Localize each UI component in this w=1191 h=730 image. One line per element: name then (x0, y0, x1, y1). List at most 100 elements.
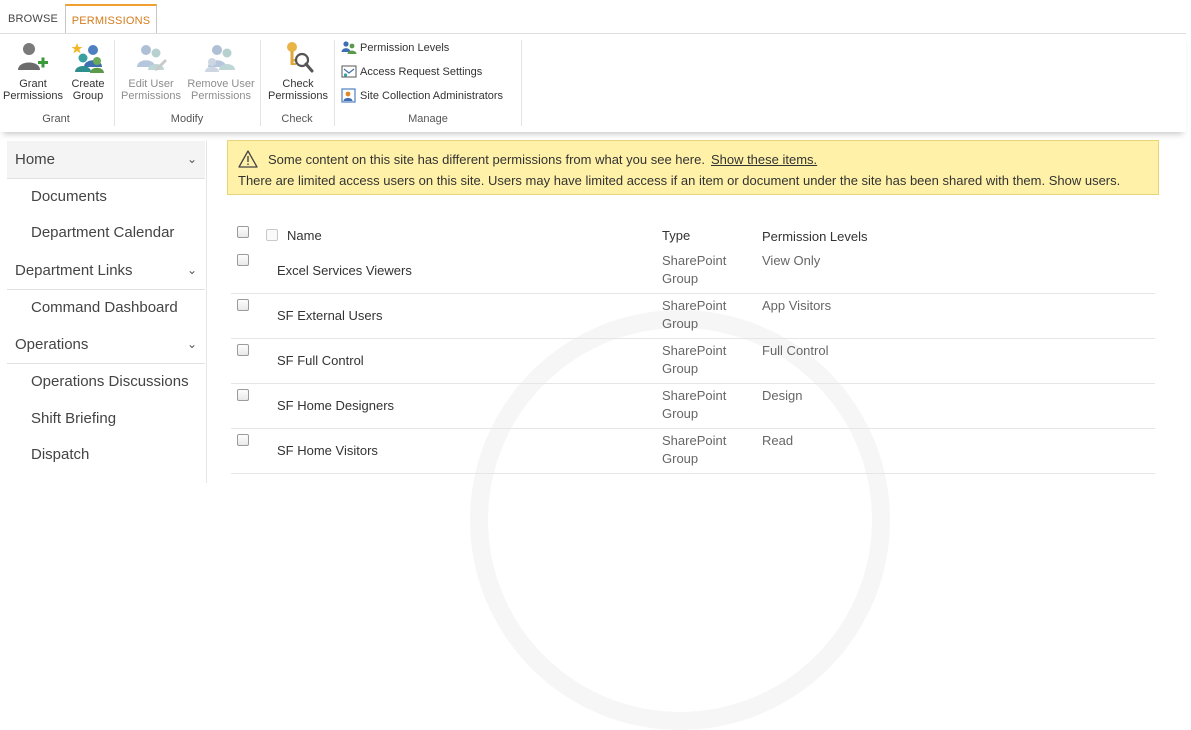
access-request-settings-button[interactable]: Access Request Settings (341, 62, 482, 82)
check-permissions-button[interactable]: Check Permissions (266, 38, 330, 102)
grant-permissions-icon (18, 43, 48, 70)
select-all-checkbox[interactable] (237, 226, 249, 238)
site-collection-administrators-button[interactable]: Site Collection Administrators (341, 86, 503, 106)
table-row[interactable]: SF Full Control SharePoint Group Full Co… (231, 339, 1155, 384)
permission-levels-icon (341, 41, 357, 55)
edit-user-permissions-label-1: Edit User (128, 78, 174, 90)
group-type-line-2: Group (662, 316, 699, 331)
create-group-label-1: Create (71, 78, 105, 90)
ribbon-group-check: Check Permissions Check (261, 38, 333, 128)
group-label-check: Check (281, 113, 313, 125)
chevron-down-icon[interactable]: ⌄ (187, 326, 197, 363)
warning-icon (238, 150, 258, 168)
group-name[interactable]: SF Full Control (277, 353, 364, 368)
group-type: SharePoint Group (662, 297, 742, 333)
name-column-checkbox[interactable] (266, 229, 278, 241)
permission-levels-label: Permission Levels (360, 42, 450, 54)
edit-user-permissions-button[interactable]: Edit User Permissions (120, 38, 182, 102)
nav-item-operations[interactable]: Operations ⌄ (7, 326, 205, 363)
banner-line-1: Some content on this site has different … (268, 152, 817, 167)
group-type-line-1: SharePoint (662, 433, 727, 448)
column-header-name[interactable]: Name (287, 228, 322, 243)
group-name[interactable]: SF Home Designers (277, 398, 394, 413)
check-permissions-icon (287, 42, 314, 73)
nav-item-dispatch[interactable]: Dispatch (31, 437, 229, 473)
access-request-settings-label: Access Request Settings (360, 66, 483, 78)
permission-level: Full Control (762, 343, 829, 358)
nav-item-department-links[interactable]: Department Links ⌄ (7, 252, 205, 289)
banner-message: Some content on this site has different … (268, 152, 705, 167)
column-header-type[interactable]: Type (662, 228, 690, 243)
group-type: SharePoint Group (662, 342, 742, 378)
remove-user-permissions-button[interactable]: Remove User Permissions (185, 38, 257, 102)
tab-browse[interactable]: BROWSE (8, 6, 58, 33)
row-checkbox[interactable] (237, 254, 249, 266)
access-request-settings-icon (341, 65, 357, 78)
nav-item-documents[interactable]: Documents (31, 179, 229, 215)
nav-item-department-links-label: Department Links (15, 262, 133, 279)
show-these-items-link[interactable]: Show these items. (711, 152, 817, 167)
group-type: SharePoint Group (662, 387, 742, 423)
permission-levels-button[interactable]: Permission Levels (341, 38, 449, 58)
create-group-label-2: Group (72, 90, 104, 102)
edit-user-permissions-label-2: Permissions (121, 90, 181, 102)
row-checkbox[interactable] (237, 434, 249, 446)
grant-permissions-label-2: Permissions (3, 90, 63, 102)
column-header-permission-levels[interactable]: Permission Levels (762, 229, 868, 244)
status-banner: Some content on this site has different … (227, 140, 1159, 195)
edit-user-permissions-icon (137, 45, 167, 71)
group-type-line-2: Group (662, 271, 699, 286)
chevron-down-icon[interactable]: ⌄ (187, 141, 197, 178)
nav-item-home-label: Home (15, 151, 56, 168)
ribbon-group-manage: Permission Levels Access Request Setting… (335, 38, 521, 128)
nav-item-command-dashboard[interactable]: Command Dashboard (31, 290, 229, 326)
row-checkbox[interactable] (237, 389, 249, 401)
group-name[interactable]: Excel Services Viewers (277, 263, 412, 278)
chevron-down-icon[interactable]: ⌄ (187, 252, 197, 289)
nav-item-department-calendar[interactable]: Department Calendar (31, 215, 229, 251)
table-header: Name Type Permission Levels (231, 220, 1155, 250)
grant-permissions-button[interactable]: Grant Permissions (2, 38, 64, 102)
ribbon: Grant Permissions Create Group Grant Edi… (0, 34, 1186, 132)
group-type-line-2: Group (662, 451, 699, 466)
ribbon-tabs: BROWSE PERMISSIONS (0, 0, 1191, 34)
permission-level: View Only (762, 253, 821, 268)
table-row[interactable]: Excel Services Viewers SharePoint Group … (231, 249, 1155, 294)
group-label-manage: Manage (408, 113, 448, 125)
create-group-icon (71, 43, 104, 73)
group-type-line-2: Group (662, 406, 699, 421)
group-type: SharePoint Group (662, 252, 742, 288)
group-name[interactable]: SF External Users (277, 308, 382, 323)
group-type-line-1: SharePoint (662, 253, 727, 268)
group-label-grant: Grant (42, 113, 70, 125)
create-group-button[interactable]: Create Group (66, 38, 110, 102)
remove-user-permissions-label-1: Remove User (187, 78, 255, 90)
group-type-line-1: SharePoint (662, 343, 727, 358)
remove-user-permissions-label-2: Permissions (191, 90, 251, 102)
nav-item-shift-briefing[interactable]: Shift Briefing (31, 401, 229, 437)
tab-permissions[interactable]: PERMISSIONS (65, 4, 157, 34)
row-checkbox[interactable] (237, 299, 249, 311)
table-row[interactable]: SF Home Designers SharePoint Group Desig… (231, 384, 1155, 429)
permission-level: Read (762, 433, 794, 448)
nav-item-home[interactable]: Home ⌄ (7, 141, 205, 178)
ribbon-group-grant: Grant Permissions Create Group Grant (0, 38, 112, 128)
ribbon-group-modify: Edit User Permissions Remove User Permis… (115, 38, 259, 128)
grant-permissions-label-1: Grant (19, 78, 47, 90)
check-permissions-label-2: Permissions (268, 90, 328, 102)
group-name[interactable]: SF Home Visitors (277, 443, 378, 458)
group-type-line-1: SharePoint (662, 298, 727, 313)
group-label-modify: Modify (170, 113, 204, 125)
nav-item-operations-label: Operations (15, 336, 89, 353)
site-collection-administrators-icon (341, 88, 356, 103)
quick-launch-nav: Home ⌄ Documents Department Calendar Dep… (0, 140, 207, 483)
site-collection-administrators-label: Site Collection Administrators (360, 90, 504, 102)
remove-user-permissions-icon (205, 45, 235, 72)
row-checkbox[interactable] (237, 344, 249, 356)
nav-item-operations-discussions[interactable]: Operations Discussions (31, 364, 229, 400)
table-row[interactable]: SF Home Visitors SharePoint Group Read (231, 429, 1155, 474)
check-permissions-label-1: Check (282, 78, 314, 90)
table-row[interactable]: SF External Users SharePoint Group App V… (231, 294, 1155, 339)
group-type-line-1: SharePoint (662, 388, 727, 403)
permission-level: Design (762, 388, 803, 403)
